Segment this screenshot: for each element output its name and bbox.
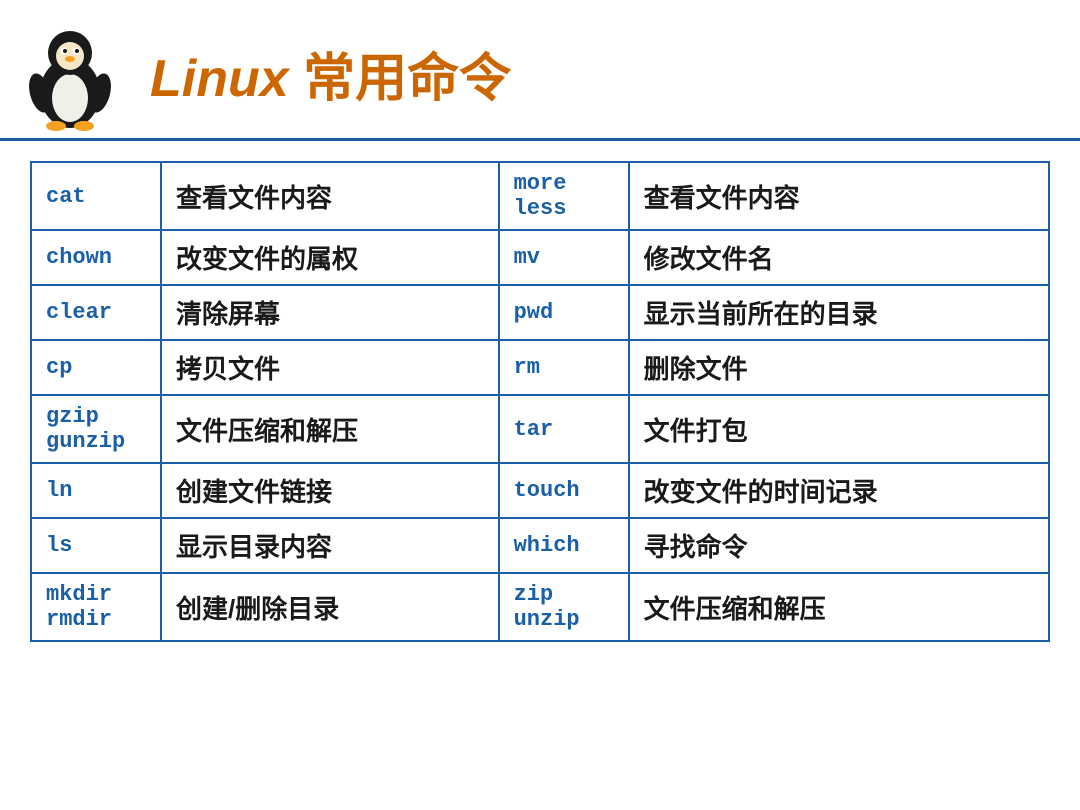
command-cell-left: gzip gunzip bbox=[31, 395, 161, 463]
tux-logo bbox=[20, 18, 130, 128]
description-cell-left: 改变文件的属权 bbox=[161, 230, 499, 285]
command-cell-left: cp bbox=[31, 340, 161, 395]
command-cell-right: mv bbox=[499, 230, 629, 285]
description-cell-left: 查看文件内容 bbox=[161, 162, 499, 230]
command-cell-left: ls bbox=[31, 518, 161, 573]
command-cell-left: chown bbox=[31, 230, 161, 285]
command-cell-right: pwd bbox=[499, 285, 629, 340]
command-cell-right: tar bbox=[499, 395, 629, 463]
table-row: cp拷贝文件rm删除文件 bbox=[31, 340, 1049, 395]
command-cell-left: clear bbox=[31, 285, 161, 340]
description-cell-right: 寻找命令 bbox=[629, 518, 1049, 573]
table-row: chown改变文件的属权mv修改文件名 bbox=[31, 230, 1049, 285]
command-cell-left: ln bbox=[31, 463, 161, 518]
command-cell-right: touch bbox=[499, 463, 629, 518]
description-cell-left: 创建文件链接 bbox=[161, 463, 499, 518]
table-row: mkdir rmdir创建/删除目录zip unzip文件压缩和解压 bbox=[31, 573, 1049, 641]
table-row: ln创建文件链接touch改变文件的时间记录 bbox=[31, 463, 1049, 518]
description-cell-right: 文件打包 bbox=[629, 395, 1049, 463]
description-cell-right: 显示当前所在的目录 bbox=[629, 285, 1049, 340]
description-cell-left: 显示目录内容 bbox=[161, 518, 499, 573]
description-cell-right: 查看文件内容 bbox=[629, 162, 1049, 230]
command-cell-left: mkdir rmdir bbox=[31, 573, 161, 641]
description-cell-left: 文件压缩和解压 bbox=[161, 395, 499, 463]
page-header: Linux 常用命令 bbox=[0, 0, 1080, 141]
table-row: gzip gunzip文件压缩和解压tar文件打包 bbox=[31, 395, 1049, 463]
commands-table: cat查看文件内容more less查看文件内容chown改变文件的属权mv修改… bbox=[30, 161, 1050, 642]
description-cell-left: 创建/删除目录 bbox=[161, 573, 499, 641]
command-cell-right: rm bbox=[499, 340, 629, 395]
description-cell-right: 修改文件名 bbox=[629, 230, 1049, 285]
description-cell-left: 拷贝文件 bbox=[161, 340, 499, 395]
command-cell-left: cat bbox=[31, 162, 161, 230]
table-row: clear清除屏幕pwd显示当前所在的目录 bbox=[31, 285, 1049, 340]
description-cell-right: 删除文件 bbox=[629, 340, 1049, 395]
table-row: ls显示目录内容which寻找命令 bbox=[31, 518, 1049, 573]
command-cell-right: more less bbox=[499, 162, 629, 230]
description-cell-left: 清除屏幕 bbox=[161, 285, 499, 340]
description-cell-right: 文件压缩和解压 bbox=[629, 573, 1049, 641]
command-cell-right: zip unzip bbox=[499, 573, 629, 641]
page-title: Linux 常用命令 bbox=[150, 36, 511, 111]
main-content: cat查看文件内容more less查看文件内容chown改变文件的属权mv修改… bbox=[0, 141, 1080, 662]
command-cell-right: which bbox=[499, 518, 629, 573]
table-row: cat查看文件内容more less查看文件内容 bbox=[31, 162, 1049, 230]
description-cell-right: 改变文件的时间记录 bbox=[629, 463, 1049, 518]
